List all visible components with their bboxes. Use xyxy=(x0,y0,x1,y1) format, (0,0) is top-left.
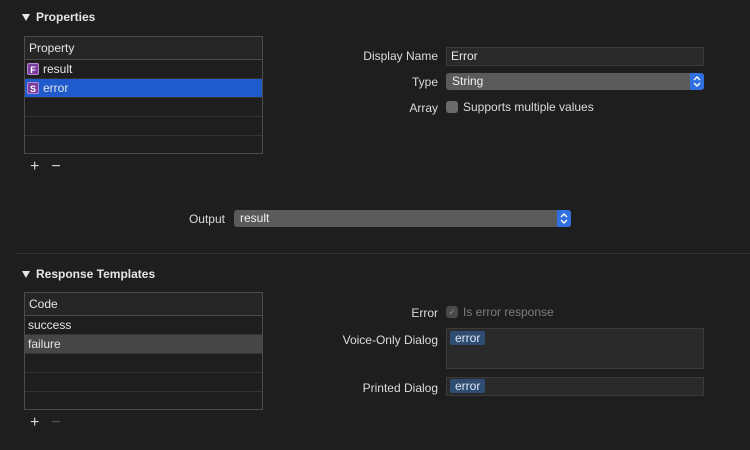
property-column-header[interactable]: Property xyxy=(25,37,262,60)
section-divider xyxy=(16,253,750,254)
chevron-updown-icon xyxy=(690,73,704,90)
function-badge-icon: F xyxy=(27,63,39,75)
variable-token[interactable]: error xyxy=(450,331,486,345)
add-property-button[interactable]: + xyxy=(30,158,39,176)
empty-row xyxy=(25,392,262,411)
response-templates-section-header[interactable]: Response Templates xyxy=(22,267,155,281)
property-row-error[interactable]: S error xyxy=(25,79,262,98)
error-label: Error xyxy=(411,306,438,320)
code-row-label: failure xyxy=(28,337,61,351)
checkbox-label: Is error response xyxy=(463,305,554,319)
property-row-label: result xyxy=(43,62,73,76)
templates-add-remove-controls: + − xyxy=(30,414,61,432)
voice-only-dialog-label: Voice-Only Dialog xyxy=(342,333,438,347)
response-templates-title: Response Templates xyxy=(36,267,156,281)
type-popup-button[interactable]: String xyxy=(446,73,704,90)
empty-row xyxy=(25,136,262,155)
is-error-response-checkbox[interactable]: ✓ Is error response xyxy=(446,305,554,319)
property-row-label: error xyxy=(43,81,69,95)
printed-dialog-label: Printed Dialog xyxy=(362,381,438,395)
type-label: Type xyxy=(411,75,438,89)
code-row-failure[interactable]: failure xyxy=(25,335,262,354)
remove-template-button[interactable]: − xyxy=(51,414,60,432)
supports-multiple-values-checkbox[interactable]: Supports multiple values xyxy=(446,100,594,114)
checkmark-icon[interactable]: ✓ xyxy=(446,306,458,318)
properties-table[interactable]: Property F result S error xyxy=(24,36,263,154)
output-popup-value: result xyxy=(240,211,270,225)
type-popup-value: String xyxy=(452,74,484,88)
response-code-table[interactable]: Code success failure xyxy=(24,292,263,410)
display-name-field[interactable]: Error xyxy=(446,47,704,66)
code-row-success[interactable]: success xyxy=(25,316,262,335)
string-badge-icon: S xyxy=(27,82,39,94)
add-template-button[interactable]: + xyxy=(30,414,39,432)
empty-row xyxy=(25,98,262,117)
code-column-header[interactable]: Code xyxy=(25,293,262,316)
array-label: Array xyxy=(409,101,438,115)
empty-row xyxy=(25,117,262,136)
empty-row xyxy=(25,354,262,373)
checkbox-label: Supports multiple values xyxy=(463,100,594,114)
properties-title: Properties xyxy=(36,10,96,24)
checkbox-icon[interactable] xyxy=(446,101,458,113)
display-name-label: Display Name xyxy=(363,49,438,63)
empty-row xyxy=(25,373,262,392)
disclosure-triangle-icon[interactable] xyxy=(22,14,30,21)
remove-property-button[interactable]: − xyxy=(51,158,60,176)
disclosure-triangle-icon[interactable] xyxy=(22,271,30,278)
output-label: Output xyxy=(188,212,225,226)
properties-add-remove-controls: + − xyxy=(30,158,61,176)
variable-token[interactable]: error xyxy=(450,379,486,393)
printed-dialog-field[interactable]: error xyxy=(446,377,704,396)
chevron-updown-icon xyxy=(557,210,571,227)
property-row-result[interactable]: F result xyxy=(25,60,262,79)
output-popup-button[interactable]: result xyxy=(234,210,571,227)
code-row-label: success xyxy=(28,318,72,332)
voice-only-dialog-field[interactable]: error xyxy=(446,328,704,369)
properties-section-header[interactable]: Properties xyxy=(22,10,95,24)
